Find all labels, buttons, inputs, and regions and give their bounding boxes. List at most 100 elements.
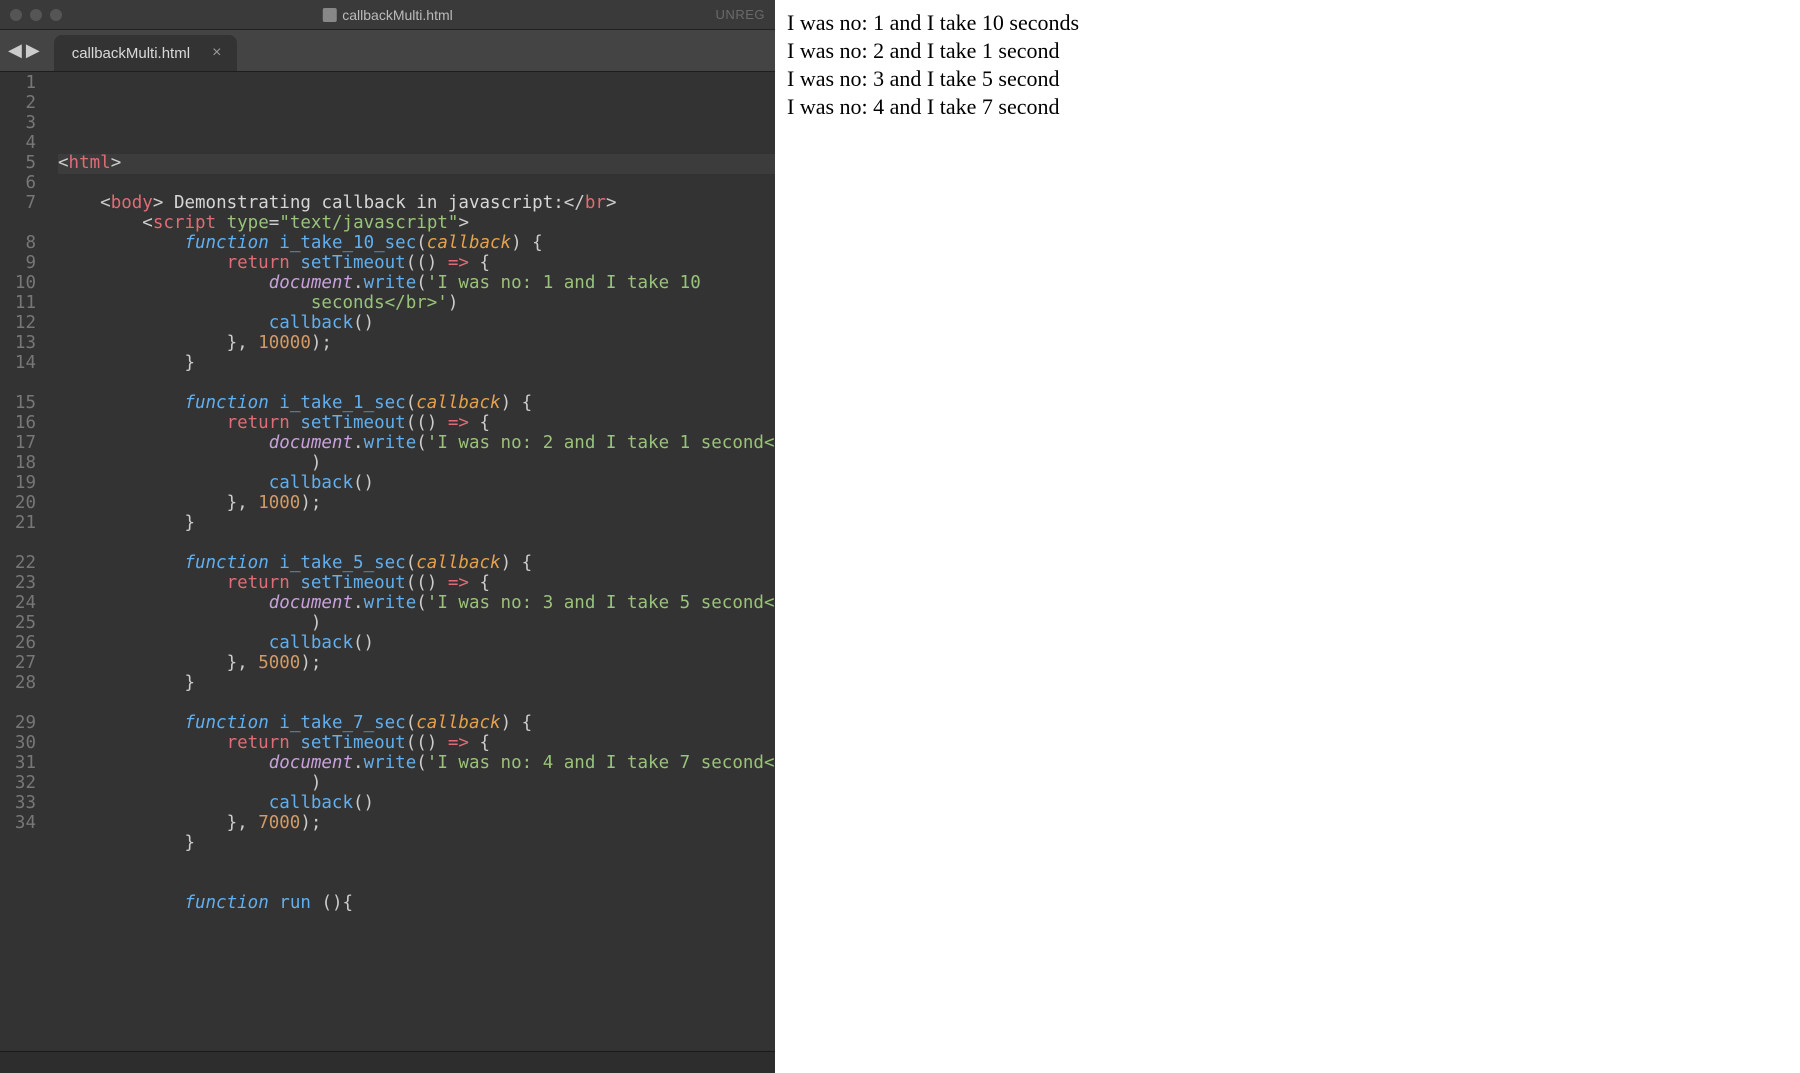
nav-arrows: ◀ ▶ xyxy=(8,40,40,61)
line-number: 26 xyxy=(0,634,36,654)
tab-bar: ◀ ▶ callbackMulti.html × xyxy=(0,30,775,72)
code-line[interactable]: callback() xyxy=(58,794,775,814)
line-number: 32 xyxy=(0,774,36,794)
code-line[interactable]: ) xyxy=(58,614,775,634)
output-line: I was no: 1 and I take 10 seconds xyxy=(787,10,1788,36)
close-tab-icon[interactable]: × xyxy=(212,45,221,61)
line-number: 19 xyxy=(0,474,36,494)
output-line: I was no: 4 and I take 7 second xyxy=(787,94,1788,120)
line-number: 6 xyxy=(0,174,36,194)
output-line: I was no: 2 and I take 1 second xyxy=(787,38,1788,64)
code-line[interactable]: function i_take_10_sec(callback) { xyxy=(58,234,775,254)
nav-forward-icon[interactable]: ▶ xyxy=(26,40,40,61)
code-line[interactable]: callback() xyxy=(58,634,775,654)
editor-pane: callbackMulti.html UNREG ◀ ▶ callbackMul… xyxy=(0,0,775,1073)
code-line[interactable]: } xyxy=(58,514,775,534)
status-bar xyxy=(0,1051,775,1073)
code-line[interactable]: } xyxy=(58,354,775,374)
code-line[interactable]: }, 10000); xyxy=(58,334,775,354)
code-line[interactable] xyxy=(58,874,775,894)
line-number: 29 xyxy=(0,714,36,734)
window-titlebar: callbackMulti.html UNREG xyxy=(0,0,775,30)
line-number: 2 xyxy=(0,94,36,114)
code-line[interactable]: function run (){ xyxy=(58,894,775,914)
line-number: 15 xyxy=(0,394,36,414)
code-line[interactable]: } xyxy=(58,674,775,694)
code-line[interactable] xyxy=(58,174,775,194)
line-number xyxy=(0,534,36,554)
code-line[interactable]: return setTimeout(() => { xyxy=(58,574,775,594)
code-line[interactable]: document.write('I was no: 2 and I take 1… xyxy=(58,434,775,454)
close-window-icon[interactable] xyxy=(10,9,22,21)
code-area[interactable]: <html> <body> Demonstrating callback in … xyxy=(46,72,775,1051)
code-line[interactable]: } xyxy=(58,834,775,854)
line-number: 5 xyxy=(0,154,36,174)
line-number: 16 xyxy=(0,414,36,434)
line-number: 24 xyxy=(0,594,36,614)
code-line[interactable]: }, 1000); xyxy=(58,494,775,514)
code-line[interactable]: }, 5000); xyxy=(58,654,775,674)
code-line[interactable]: document.write('I was no: 3 and I take 5… xyxy=(58,594,775,614)
line-number: 22 xyxy=(0,554,36,574)
line-number: 11 xyxy=(0,294,36,314)
line-number: 25 xyxy=(0,614,36,634)
line-number: 4 xyxy=(0,134,36,154)
code-line[interactable]: return setTimeout(() => { xyxy=(58,254,775,274)
code-line[interactable] xyxy=(58,374,775,394)
code-editor[interactable]: 1234567891011121314151617181920212223242… xyxy=(0,72,775,1051)
code-line[interactable]: callback() xyxy=(58,314,775,334)
line-number: 18 xyxy=(0,454,36,474)
line-number: 10 xyxy=(0,274,36,294)
line-number: 7 xyxy=(0,194,36,214)
file-icon xyxy=(322,8,336,22)
traffic-lights xyxy=(0,9,62,21)
line-number: 28 xyxy=(0,674,36,694)
code-line[interactable]: function i_take_7_sec(callback) { xyxy=(58,714,775,734)
line-number-gutter: 1234567891011121314151617181920212223242… xyxy=(0,72,46,1051)
line-number: 20 xyxy=(0,494,36,514)
code-line[interactable]: function i_take_5_sec(callback) { xyxy=(58,554,775,574)
code-line[interactable] xyxy=(58,854,775,874)
minimize-window-icon[interactable] xyxy=(30,9,42,21)
code-line[interactable]: document.write('I was no: 4 and I take 7… xyxy=(58,754,775,774)
code-line[interactable]: seconds</br>') xyxy=(58,294,775,314)
line-number: 14 xyxy=(0,354,36,374)
line-number: 8 xyxy=(0,234,36,254)
zoom-window-icon[interactable] xyxy=(50,9,62,21)
line-number: 33 xyxy=(0,794,36,814)
code-line[interactable]: <script type="text/javascript"> xyxy=(58,214,775,234)
tab-label: callbackMulti.html xyxy=(72,45,190,62)
line-number: 21 xyxy=(0,514,36,534)
code-line[interactable]: callback() xyxy=(58,474,775,494)
line-number: 3 xyxy=(0,114,36,134)
line-number: 13 xyxy=(0,334,36,354)
line-number xyxy=(0,694,36,714)
line-number: 17 xyxy=(0,434,36,454)
line-number: 1 xyxy=(0,74,36,94)
code-line[interactable]: ) xyxy=(58,774,775,794)
window-title: callbackMulti.html xyxy=(322,7,452,23)
line-number: 12 xyxy=(0,314,36,334)
line-number xyxy=(0,374,36,394)
line-number: 9 xyxy=(0,254,36,274)
line-number: 23 xyxy=(0,574,36,594)
browser-output-pane: I was no: 1 and I take 10 secondsI was n… xyxy=(775,0,1800,1073)
output-line: I was no: 3 and I take 5 second xyxy=(787,66,1788,92)
code-line[interactable]: <html> xyxy=(58,154,775,174)
line-number: 34 xyxy=(0,814,36,834)
line-number: 31 xyxy=(0,754,36,774)
code-line[interactable] xyxy=(58,694,775,714)
nav-back-icon[interactable]: ◀ xyxy=(8,40,22,61)
code-line[interactable]: }, 7000); xyxy=(58,814,775,834)
code-line[interactable] xyxy=(58,534,775,554)
code-line[interactable]: function i_take_1_sec(callback) { xyxy=(58,394,775,414)
code-line[interactable]: return setTimeout(() => { xyxy=(58,414,775,434)
line-number xyxy=(0,214,36,234)
code-line[interactable]: document.write('I was no: 1 and I take 1… xyxy=(58,274,775,294)
code-line[interactable]: ) xyxy=(58,454,775,474)
line-number: 30 xyxy=(0,734,36,754)
tab-callbackmulti[interactable]: callbackMulti.html × xyxy=(54,35,238,71)
code-line[interactable]: <body> Demonstrating callback in javascr… xyxy=(58,194,775,214)
line-number: 27 xyxy=(0,654,36,674)
code-line[interactable]: return setTimeout(() => { xyxy=(58,734,775,754)
